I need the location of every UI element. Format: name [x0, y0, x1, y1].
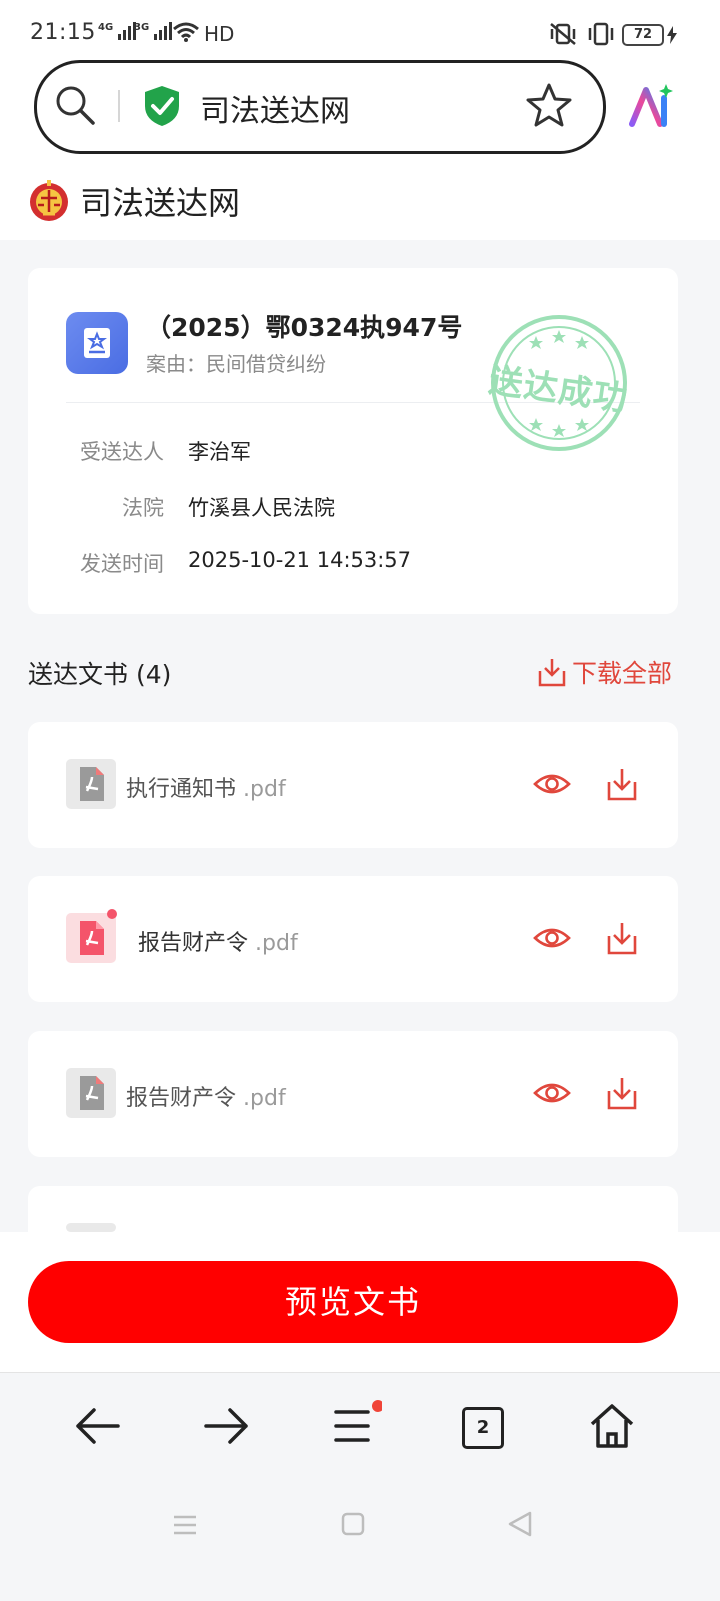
document-name[interactable]: 报告财产令 .pdf: [138, 925, 298, 957]
field-label-send-time: 发送时间: [80, 552, 164, 576]
system-back-icon[interactable]: [506, 1510, 534, 1542]
back-arrow-icon[interactable]: [70, 1398, 126, 1454]
pdf-file-icon: [66, 1223, 116, 1232]
field-value-send-time: 2025-10-21 14:53:57: [188, 548, 412, 572]
site-title: 司法送达网: [80, 184, 241, 222]
download-all-label[interactable]: 下载全部: [572, 654, 672, 690]
battery-icon: 72: [622, 24, 664, 46]
pdf-file-icon: [66, 913, 116, 963]
search-icon[interactable]: [54, 84, 96, 130]
hd-indicator: HD: [204, 22, 235, 46]
document-name[interactable]: 执行通知书 .pdf: [126, 771, 286, 803]
preview-eye-icon[interactable]: [532, 918, 572, 958]
forward-arrow-icon[interactable]: [198, 1398, 254, 1454]
field-value-court: 竹溪县人民法院: [188, 496, 335, 520]
ai-assistant-icon[interactable]: [626, 82, 674, 134]
field-value-recipient: 李治军: [188, 440, 251, 464]
document-title[interactable]: 报告财产令: [138, 931, 248, 956]
pdf-file-icon: [66, 1068, 116, 1118]
documents-section-title: 送达文书 (4): [28, 660, 172, 689]
bookmark-star-icon[interactable]: [526, 82, 572, 132]
case-number: （2025）鄂0324执947号: [146, 313, 463, 342]
field-label-court: 法院: [122, 496, 164, 520]
case-reason: 案由：民间借贷纠纷: [146, 352, 326, 376]
network-4g-label: 4G: [98, 22, 114, 33]
document-extension: .pdf: [243, 1086, 286, 1111]
download-icon: [538, 659, 566, 687]
pdf-file-icon: [66, 759, 116, 809]
charging-icon: [666, 26, 678, 48]
download-all-button[interactable]: 下载全部: [538, 654, 672, 690]
download-file-icon[interactable]: [602, 1073, 642, 1113]
field-label-recipient: 受送达人: [80, 440, 164, 464]
address-divider: [118, 90, 120, 122]
address-text[interactable]: 司法送达网: [200, 86, 350, 130]
document-extension: .pdf: [243, 777, 286, 802]
delivery-success-stamp: 送达成功: [486, 312, 631, 454]
system-recents-icon[interactable]: [172, 1512, 198, 1542]
preview-eye-icon[interactable]: [532, 764, 572, 804]
menu-icon[interactable]: [326, 1398, 384, 1454]
document-name[interactable]: 报告财产令 .pdf: [126, 1080, 286, 1112]
document-title[interactable]: 执行通知书: [126, 777, 236, 802]
tabs-count-button[interactable]: 2: [462, 1407, 504, 1449]
home-icon[interactable]: [584, 1398, 640, 1454]
preview-eye-icon[interactable]: [532, 1073, 572, 1113]
document-extension: .pdf: [255, 931, 298, 956]
case-badge-icon: [66, 312, 128, 374]
document-row[interactable]: [28, 876, 678, 1002]
download-file-icon[interactable]: [602, 764, 642, 804]
vibrate-off-icon: [548, 22, 578, 50]
unread-dot: [107, 909, 117, 919]
battery-level: 72: [633, 27, 653, 42]
status-time: 21:15: [30, 20, 96, 45]
document-title[interactable]: 报告财产令: [126, 1086, 236, 1111]
preview-documents-button[interactable]: 预览文书: [28, 1261, 678, 1343]
download-file-icon[interactable]: [602, 918, 642, 958]
wifi-icon: [172, 22, 200, 46]
network-3g-label: 3G: [134, 22, 150, 33]
secure-shield-icon[interactable]: [142, 84, 182, 132]
vibrate-icon: [586, 22, 616, 50]
signal-4g-icon: 4G: [98, 22, 138, 40]
signal-3g-icon: 3G: [134, 22, 174, 40]
system-home-icon[interactable]: [340, 1511, 366, 1541]
court-emblem-icon: [28, 178, 70, 228]
